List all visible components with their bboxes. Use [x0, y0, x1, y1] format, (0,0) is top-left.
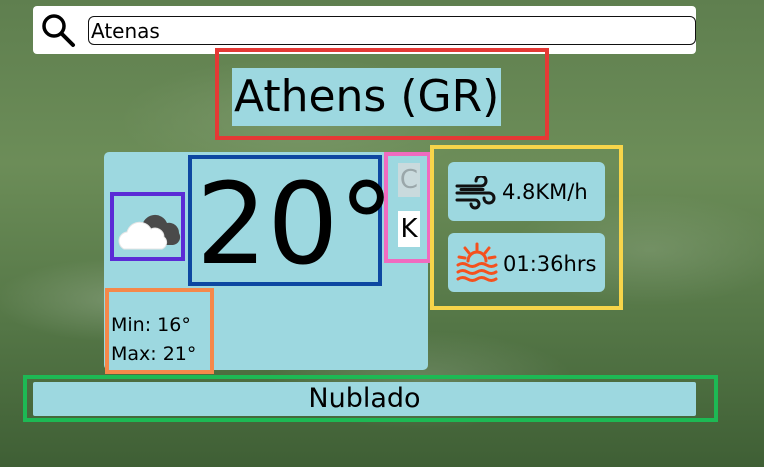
- wind-icon: [455, 174, 497, 210]
- min-temperature: Min: 16°: [111, 314, 191, 336]
- wind-speed-value: 4.8KM/h: [502, 180, 588, 204]
- daylight-value: 01:36hrs: [503, 252, 597, 276]
- cloudy-icon: [118, 205, 182, 253]
- temperature-value: 20°: [196, 160, 395, 290]
- weather-description: Nublado: [308, 383, 421, 414]
- sunset-icon: [455, 241, 499, 283]
- city-name: Athens (GR): [232, 68, 502, 126]
- search-input[interactable]: [88, 16, 696, 45]
- kelvin-button[interactable]: K: [398, 211, 420, 247]
- max-temperature: Max: 21°: [111, 343, 197, 365]
- celsius-button[interactable]: C: [398, 163, 420, 197]
- search-icon[interactable]: [40, 12, 76, 48]
